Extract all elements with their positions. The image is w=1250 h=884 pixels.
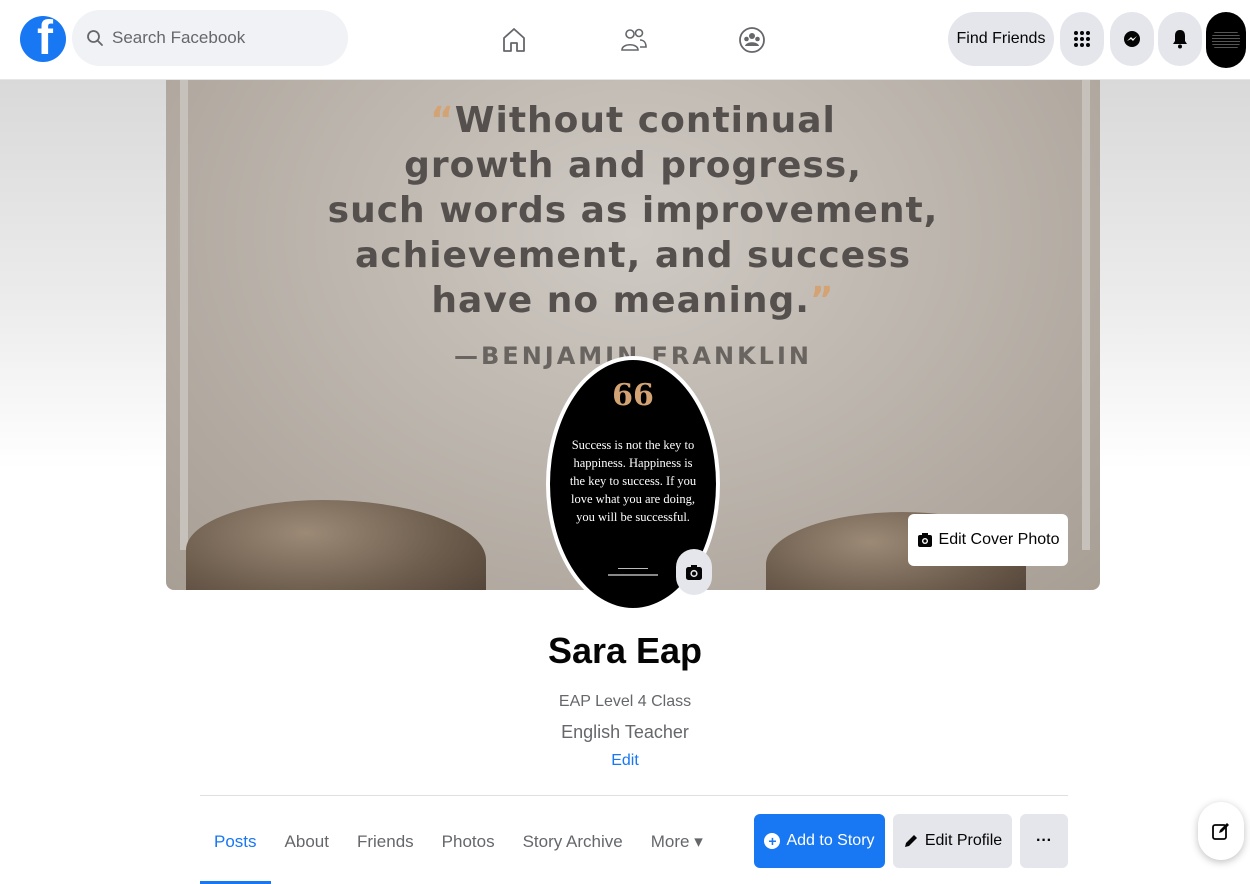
messenger-button[interactable] [1110,12,1154,66]
cover-rock-left [186,500,486,590]
edit-bio-link[interactable]: Edit [0,752,1250,770]
profile-picture-quote: Success is not the key to happiness. Hap… [569,438,697,524]
quote-close-mark: ” [809,280,835,321]
section-divider [200,795,1068,796]
groups-icon[interactable] [730,18,774,62]
notifications-icon [1173,30,1187,49]
add-to-story-button[interactable]: + Add to Story [754,814,885,868]
update-profile-picture-button[interactable] [676,549,712,595]
tab-photos[interactable]: Photos [428,814,509,870]
cover-quote: “Without continual growth and progress, … [327,100,939,321]
find-friends-button[interactable]: Find Friends [948,12,1054,66]
pencil-icon [904,835,917,847]
menu-grid-button[interactable] [1060,12,1104,66]
more-options-button[interactable]: ··· [1020,814,1068,868]
edit-profile-button[interactable]: Edit Profile [893,814,1012,868]
avatar-image [1212,30,1240,50]
profile-intro-line: English Teacher [561,722,689,742]
tab-posts[interactable]: Posts [200,814,271,884]
search-icon [87,30,103,46]
menu-grid-icon [1074,31,1090,47]
profile-picture-divider [618,568,648,569]
home-icon[interactable] [492,18,536,62]
tab-more[interactable]: More ▾ [637,814,717,870]
tab-friends[interactable]: Friends [343,814,428,870]
profile-picture-author-mark [608,574,658,576]
messenger-icon [1124,31,1140,47]
profile-intro-line: EAP Level 4 Class [558,693,692,710]
tab-about[interactable]: About [271,814,343,870]
profile-name: Sara Eap [547,630,703,671]
tab-story-archive[interactable]: Story Archive [509,814,637,870]
facebook-logo[interactable]: f [20,16,66,62]
plus-circle-icon: + [764,833,781,849]
search-bar[interactable] [72,10,348,66]
notifications-button[interactable] [1158,12,1202,66]
profile-tabs: Posts About Friends Photos Story Archive… [200,812,717,884]
friends-icon[interactable] [612,18,656,62]
new-message-button[interactable] [1198,802,1244,860]
camera-icon [686,565,702,580]
profile-picture-quote-mark: 66 [612,378,654,413]
top-navigation-bar: f Find Friends [0,0,1250,80]
search-input[interactable] [112,28,312,48]
camera-icon [917,533,932,547]
compose-icon [1212,823,1229,840]
edit-cover-photo-button[interactable]: Edit Cover Photo [908,514,1068,566]
account-avatar[interactable] [1206,12,1246,68]
quote-open-mark: “ [430,100,455,141]
